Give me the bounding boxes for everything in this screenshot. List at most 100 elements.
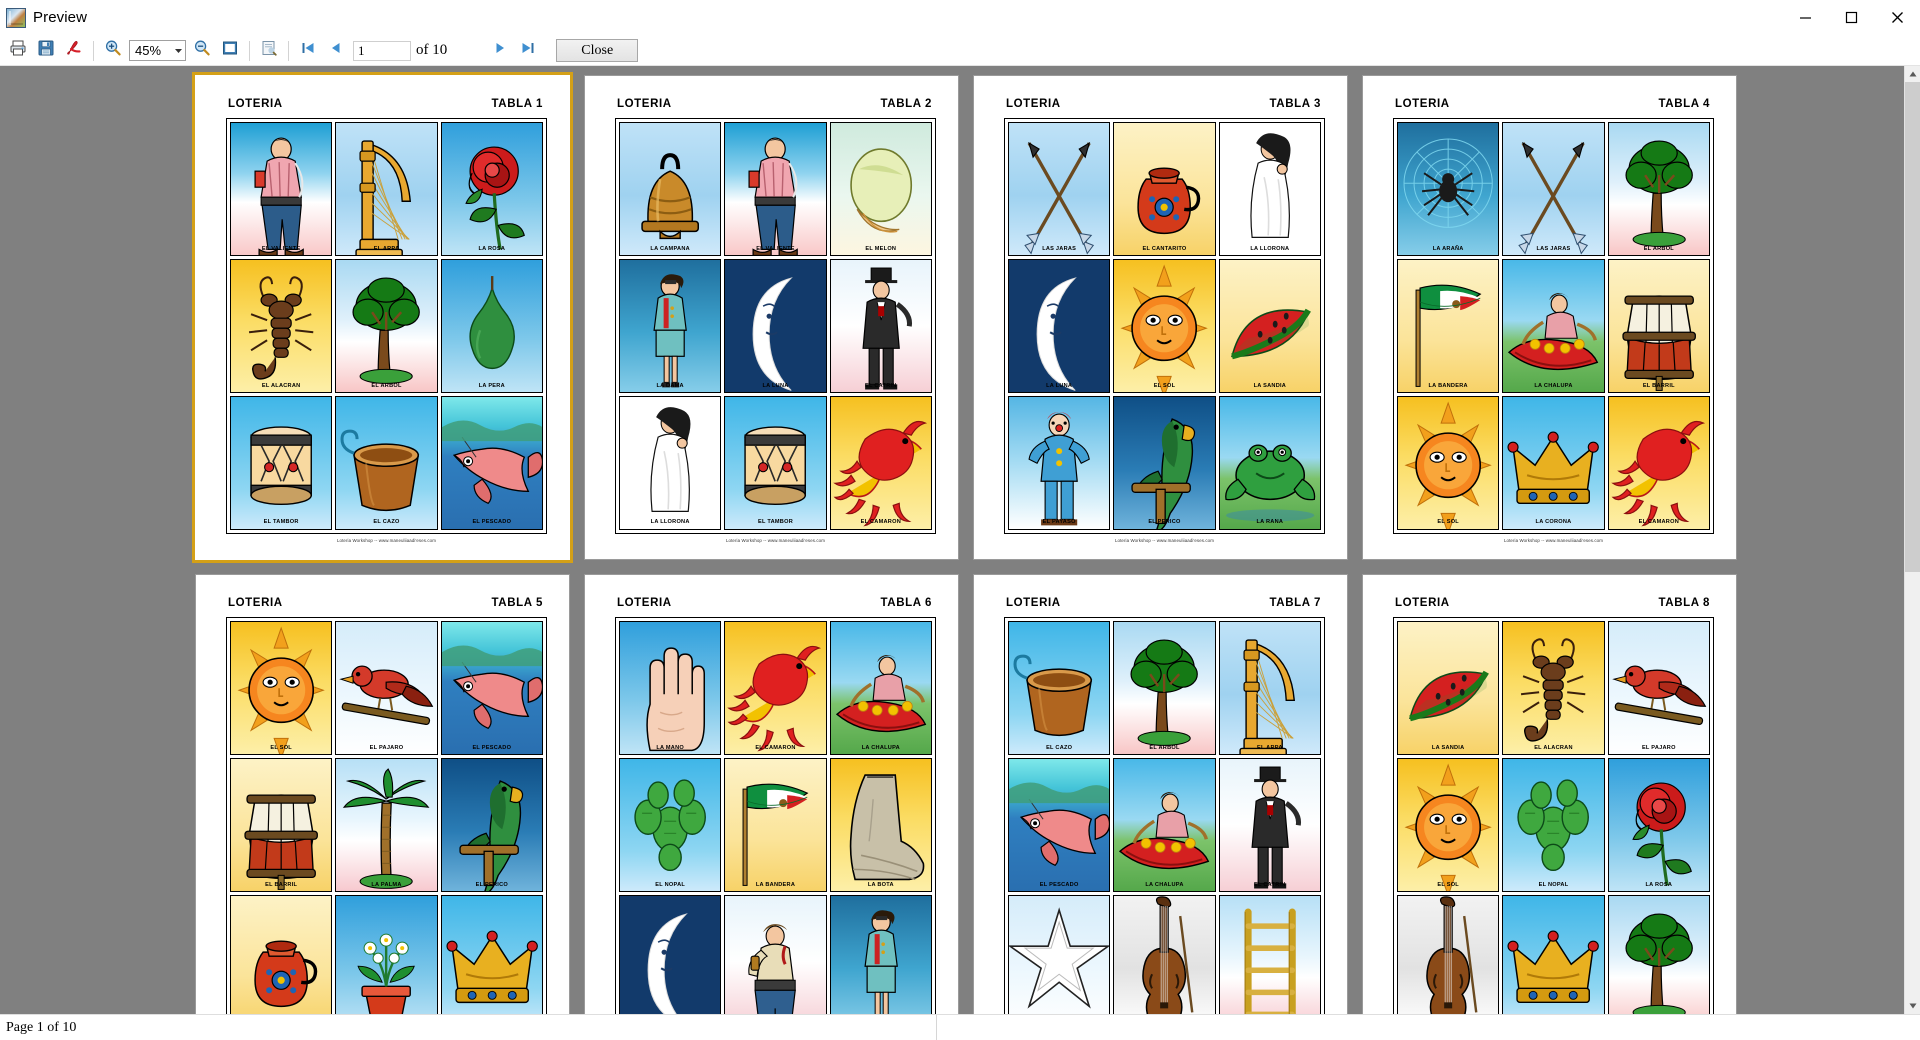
loteria-card[interactable]: EL PERICO	[1113, 395, 1216, 530]
preview-page[interactable]: LOTERIATABLA 8 LA SANDIA EL ALACRAN EL	[1363, 575, 1736, 1014]
loteria-card[interactable]: EL BARRIL	[1607, 258, 1710, 393]
loteria-card[interactable]: EL TAMBOR	[230, 395, 333, 530]
loteria-card[interactable]: LA ROSA	[440, 122, 543, 256]
zoom-out-button[interactable]	[189, 39, 215, 63]
loteria-card[interactable]: LA ROSA	[1607, 757, 1710, 892]
preview-page[interactable]: LOTERIA TABLA 2 LA CAMPANA EL VALIENTE EL…	[585, 76, 958, 559]
loteria-card[interactable]: LA CORONA	[440, 894, 543, 1014]
loteria-card[interactable]: LA SANDIA	[1218, 258, 1321, 393]
loteria-card[interactable]: EL VIOLONCELLO	[1397, 894, 1500, 1014]
minimize-button[interactable]	[1782, 0, 1828, 36]
chevron-down-icon[interactable]	[172, 41, 185, 60]
loteria-card[interactable]: LAS JARAS	[1502, 122, 1605, 256]
loteria-card[interactable]: EL CANTARITO	[1113, 122, 1216, 256]
loteria-card[interactable]: EL PAJARO	[335, 621, 438, 755]
loteria-card[interactable]: EL BARRIL	[230, 757, 333, 892]
loteria-card[interactable]: LA CHALUPA	[829, 621, 932, 755]
loteria-card[interactable]: LA CAMPANA	[619, 122, 722, 256]
zoom-level-combobox[interactable]: 45%	[129, 40, 186, 61]
loteria-card[interactable]: EL ALACRAN	[1502, 621, 1605, 755]
zoom-in-button[interactable]	[100, 39, 126, 63]
loteria-card[interactable]: EL TAMBOR	[724, 395, 827, 530]
loteria-card[interactable]: LA DAMA	[619, 258, 722, 393]
preview-page[interactable]: LOTERIA TABLA 1 EL VALIENTE EL ARPA LA R…	[192, 72, 573, 563]
save-button[interactable]	[33, 39, 59, 63]
previous-page-button[interactable]	[323, 39, 349, 63]
loteria-card[interactable]: EL ARBOL	[335, 258, 438, 393]
loteria-card[interactable]: LAS JARAS	[1008, 122, 1111, 256]
loteria-card[interactable]: EL CATRIN	[829, 258, 932, 393]
loteria-card[interactable]: LA CHALUPA	[1113, 757, 1216, 892]
loteria-card[interactable]: EL CANTARITO	[230, 894, 333, 1014]
loteria-card[interactable]: LA LUNA	[1008, 258, 1111, 393]
loteria-card[interactable]: EL SOL	[1113, 258, 1216, 393]
loteria-card[interactable]: LA BOTA	[829, 757, 932, 892]
page-number-input[interactable]	[353, 40, 411, 61]
loteria-card[interactable]: EL NOPAL	[619, 757, 722, 892]
loteria-card[interactable]: EL SOL	[1397, 757, 1500, 892]
loteria-card[interactable]: EL VIOLONCELLO	[1113, 894, 1216, 1014]
loteria-card[interactable]: EL CAMARON	[1607, 395, 1710, 530]
preview-page[interactable]: LOTERIA TABLA 6 LA MANO EL CAMARON LA CHA…	[585, 575, 958, 1014]
preview-page[interactable]: LOTERIA TABLA 4 LA ARAÑA LAS JARAS EL AR…	[1363, 76, 1736, 559]
loteria-card[interactable]: LA MACETA	[335, 894, 438, 1014]
loteria-card[interactable]: LA CORONA	[1502, 395, 1605, 530]
print-button[interactable]	[5, 39, 31, 63]
loteria-card[interactable]: EL CATRIN	[1218, 757, 1321, 892]
loteria-card[interactable]: EL ALACRAN	[230, 258, 333, 393]
loteria-card[interactable]: EL PESCADO	[440, 621, 543, 755]
loteria-card[interactable]: LA BANDERA	[1397, 258, 1500, 393]
loteria-card[interactable]: LA ESCALERA	[1218, 894, 1321, 1014]
loteria-card[interactable]: EL NOPAL	[1502, 757, 1605, 892]
loteria-card[interactable]: EL BORRACHO	[724, 894, 827, 1014]
loteria-card[interactable]: EL PAJARO	[1607, 621, 1710, 755]
loteria-card[interactable]: LA LUNA	[619, 894, 722, 1014]
close-preview-button[interactable]: Close	[556, 39, 639, 62]
scroll-up-button[interactable]	[1905, 66, 1920, 82]
loteria-card[interactable]: EL CAZO	[335, 395, 438, 530]
loteria-card[interactable]: EL MELON	[829, 122, 932, 256]
loteria-card[interactable]: EL SOL	[230, 621, 333, 755]
loteria-card[interactable]: EL ARPA	[1218, 621, 1321, 755]
preview-page[interactable]: LOTERIA TABLA 5 EL SOL EL PAJARO EL PESCA…	[196, 575, 569, 1014]
loteria-card[interactable]: EL PERICO	[440, 757, 543, 892]
page-layout-button[interactable]	[217, 39, 243, 63]
loteria-card[interactable]: LA LLORONA	[619, 395, 722, 530]
loteria-card[interactable]: EL SOL	[1397, 395, 1500, 530]
preview-page[interactable]: LOTERIA TABLA 7 EL CAZO EL ARBOL EL ARPA	[974, 575, 1347, 1014]
next-page-button[interactable]	[487, 39, 513, 63]
loteria-card[interactable]: LA ARAÑA	[1397, 122, 1500, 256]
scroll-down-button[interactable]	[1905, 998, 1920, 1014]
loteria-card[interactable]: EL PESCADO	[1008, 757, 1111, 892]
loteria-card[interactable]: EL PESCADO	[440, 395, 543, 530]
loteria-card[interactable]: EL PAYASO	[1008, 395, 1111, 530]
preview-page[interactable]: LOTERIA TABLA 3 LAS JARAS EL CANTARITO LA…	[974, 76, 1347, 559]
loteria-card[interactable]: LA CORONA	[1502, 894, 1605, 1014]
loteria-card[interactable]: EL CAMARON	[829, 395, 932, 530]
scrollbar-track[interactable]	[1905, 82, 1920, 998]
loteria-card[interactable]: EL ARPA	[335, 122, 438, 256]
close-window-button[interactable]	[1874, 0, 1920, 36]
loteria-card[interactable]: LA RANA	[1218, 395, 1321, 530]
loteria-card[interactable]: LA CHALUPA	[1502, 258, 1605, 393]
loteria-card[interactable]: LA PERA	[440, 258, 543, 393]
loteria-card[interactable]: EL ARBOL	[1607, 894, 1710, 1014]
vertical-scrollbar[interactable]	[1904, 66, 1920, 1014]
loteria-card[interactable]: EL VALIENTE	[230, 122, 333, 256]
export-pdf-button[interactable]	[61, 39, 87, 63]
scrollbar-thumb[interactable]	[1905, 82, 1920, 572]
loteria-card[interactable]: LA LLORONA	[1218, 122, 1321, 256]
loteria-card[interactable]: LA BANDERA	[724, 757, 827, 892]
maximize-button[interactable]	[1828, 0, 1874, 36]
loteria-card[interactable]: EL CAZO	[1008, 621, 1111, 755]
last-page-button[interactable]	[515, 39, 541, 63]
loteria-card[interactable]: LA ESTRELLA	[1008, 894, 1111, 1014]
loteria-card[interactable]: LA SANDIA	[1397, 621, 1500, 755]
page-setup-button[interactable]	[256, 39, 282, 63]
first-page-button[interactable]	[295, 39, 321, 63]
loteria-card[interactable]: EL CAMARON	[724, 621, 827, 755]
loteria-card[interactable]: LA LUNA	[724, 258, 827, 393]
loteria-card[interactable]: LA MANO	[619, 621, 722, 755]
preview-scroll-region[interactable]: LOTERIA TABLA 1 EL VALIENTE EL ARPA LA R…	[0, 66, 1904, 1014]
loteria-card[interactable]: EL VALIENTE	[724, 122, 827, 256]
